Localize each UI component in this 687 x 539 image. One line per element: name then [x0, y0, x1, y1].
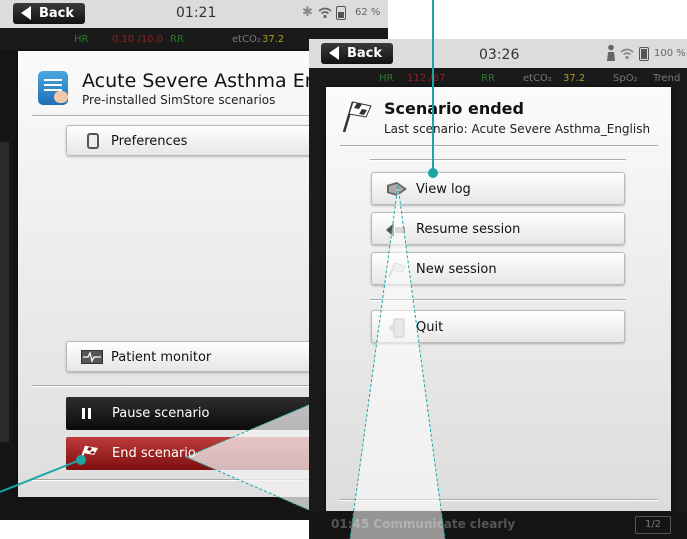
callout-dot-bottom — [76, 455, 86, 465]
callout-line-bottom — [0, 459, 81, 493]
